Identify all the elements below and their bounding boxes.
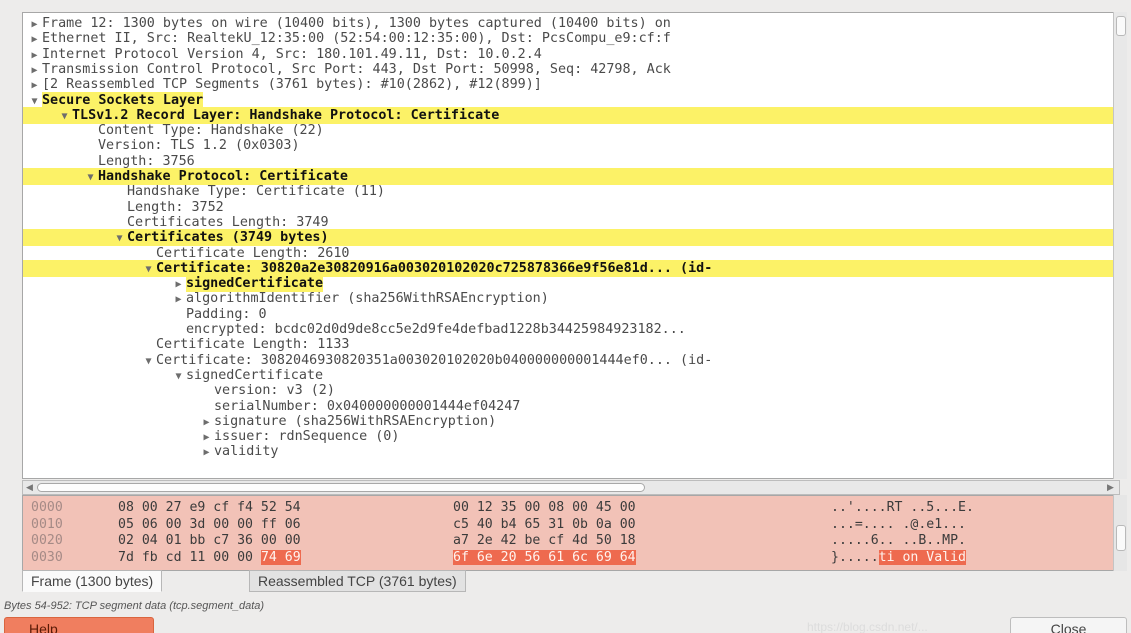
help-button[interactable]: Help: [4, 617, 154, 633]
selected-hex-bytes: 6f 6e 20 56 61 6c 69 64: [453, 549, 636, 565]
scroll-left-arrow-icon[interactable]: ◀: [26, 481, 33, 494]
hex-ascii[interactable]: .....6.. ..B..MP.: [831, 533, 966, 549]
hex-offset: 0000: [31, 500, 63, 515]
ascii-text: }.....: [831, 549, 879, 565]
scroll-right-arrow-icon[interactable]: ▶: [1107, 481, 1114, 494]
hex-bytes-second-half[interactable]: 6f 6e 20 56 61 6c 69 64: [453, 549, 636, 566]
selected-ascii: ti on Valid: [878, 549, 966, 565]
hex-offset: 0030: [31, 549, 63, 565]
tab-reassembled-tcp[interactable]: Reassembled TCP (3761 bytes): [249, 570, 466, 592]
hex-row[interactable]: 0030 7d fb cd 11 00 00 74 69 6f 6e 20 56 6…: [23, 549, 1115, 566]
hex-bytes-second-half[interactable]: a7 2e 42 be cf 4d 50 18: [453, 533, 636, 549]
ascii-text: ..'....RT ..5...E.: [831, 500, 974, 515]
collapsed-arrow-icon[interactable]: ▶: [199, 444, 214, 461]
hex-offset: 0010: [31, 516, 63, 532]
hex-ascii[interactable]: }.....ti on Valid: [831, 549, 966, 566]
horizontal-scrollbar-thumb[interactable]: [37, 483, 645, 492]
tree-vertical-scrollbar[interactable]: [1113, 12, 1127, 479]
hex-bytes: a7 2e 42 be cf 4d 50 18: [453, 533, 636, 548]
hex-offset: 0020: [31, 533, 63, 548]
hex-scrollbar-thumb[interactable]: [1116, 525, 1126, 551]
hex-bytes-first-half[interactable]: 05 06 00 3d 00 00 ff 06: [118, 517, 301, 533]
hex-bytes-first-half[interactable]: 7d fb cd 11 00 00 74 69: [118, 549, 301, 566]
hex-row[interactable]: 0010 05 06 00 3d 00 00 ff 06 c5 40 b4 65 3…: [23, 517, 1115, 533]
selected-hex-bytes: 74 69: [260, 549, 301, 565]
hex-ascii[interactable]: ...=.... .@.e1...: [831, 517, 966, 533]
packet-bytes-pane[interactable]: 0000 08 00 27 e9 cf f4 52 54 00 12 35 00 0…: [22, 495, 1116, 571]
hex-bytes: 00 12 35 00 08 00 45 00: [453, 500, 636, 515]
close-button[interactable]: Close: [1010, 617, 1127, 633]
packet-details-tree[interactable]: ▶ Frame 12: 1300 bytes on wire (10400 bit…: [22, 12, 1116, 479]
watermark: https://blog.csdn.net/...: [807, 620, 928, 633]
status-bar-text: Bytes 54-952: TCP segment data (tcp.segm…: [4, 600, 265, 612]
hex-bytes-first-half[interactable]: 08 00 27 e9 cf f4 52 54: [118, 500, 301, 516]
hex-bytes: 7d fb cd 11 00 00: [118, 549, 253, 565]
tree-row-label: validity: [214, 444, 279, 460]
hex-bytes: c5 40 b4 65 31 0b 0a 00: [453, 516, 636, 532]
hex-bytes-second-half[interactable]: 00 12 35 00 08 00 45 00: [453, 500, 636, 516]
hex-ascii[interactable]: ..'....RT ..5...E.: [831, 500, 974, 516]
hex-bytes: 02 04 01 bb c7 36 00 00: [118, 533, 301, 548]
hex-bytes-first-half[interactable]: 02 04 01 bb c7 36 00 00: [118, 533, 301, 549]
ascii-text: ...=.... .@.e1...: [831, 516, 966, 532]
hex-bytes: 05 06 00 3d 00 00 ff 06: [118, 516, 301, 532]
tab-frame[interactable]: Frame (1300 bytes): [22, 570, 163, 592]
hex-bytes: 08 00 27 e9 cf f4 52 54: [118, 500, 301, 515]
tree-horizontal-scrollbar[interactable]: ◀ ▶: [22, 480, 1120, 495]
ascii-text: .....6.. ..B..MP.: [831, 533, 966, 548]
tree-scrollbar-thumb[interactable]: [1116, 16, 1126, 36]
hex-bytes-second-half[interactable]: c5 40 b4 65 31 0b 0a 00: [453, 517, 636, 533]
hex-row[interactable]: 0020 02 04 01 bb c7 36 00 00 a7 2e 42 be c…: [23, 533, 1115, 549]
hex-vertical-scrollbar[interactable]: [1113, 495, 1127, 571]
hex-row[interactable]: 0000 08 00 27 e9 cf f4 52 54 00 12 35 00 0…: [23, 500, 1115, 516]
tree-row[interactable]: ▶ validity: [23, 443, 1115, 460]
